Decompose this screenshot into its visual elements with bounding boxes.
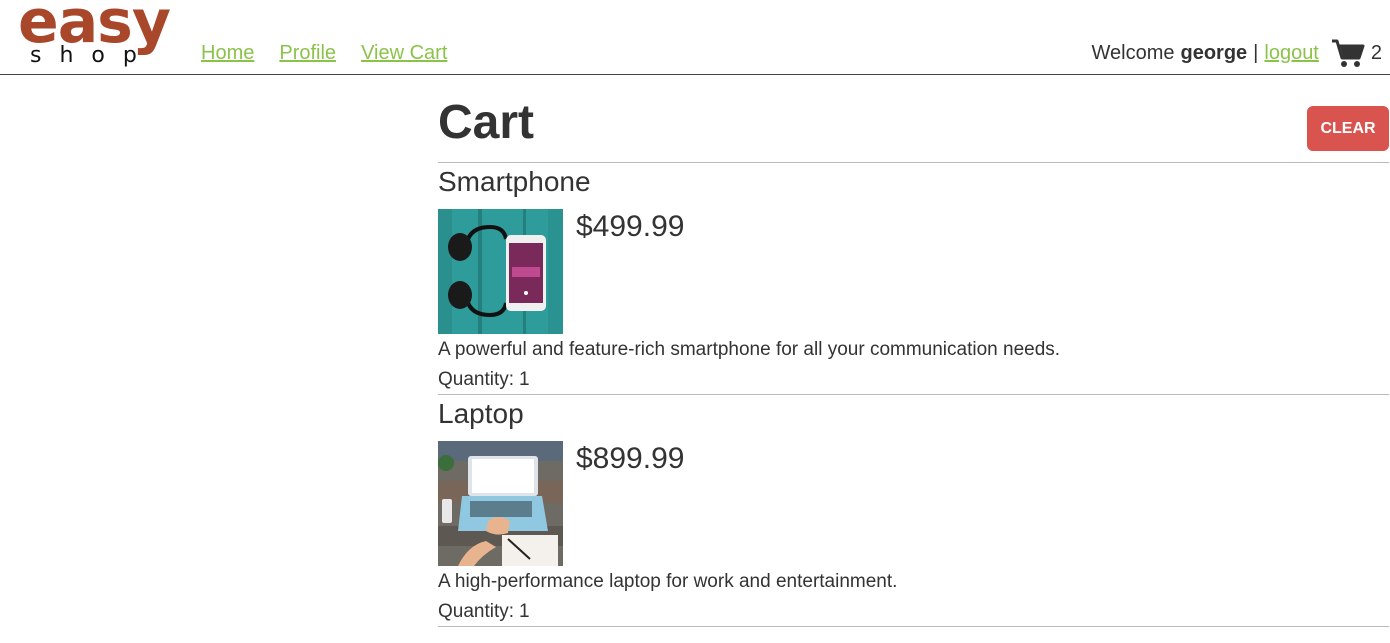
item-quantity: Quantity: 1 <box>438 601 530 623</box>
cart-item-smartphone: Smartphone $499.99 A powerful and featur… <box>438 163 1389 395</box>
shopping-cart-icon[interactable] <box>1331 38 1365 68</box>
username: george <box>1180 41 1248 64</box>
quantity-label: Quantity: <box>438 369 515 390</box>
nav-home-link[interactable]: Home <box>201 42 254 65</box>
quantity-value: 1 <box>519 369 530 390</box>
cart-main: Cart CLEAR Smartphone $499.99 A powerful… <box>438 75 1389 627</box>
product-image-laptop <box>438 441 563 566</box>
item-description: A high-performance laptop for work and e… <box>438 571 898 592</box>
quantity-label: Quantity: <box>438 601 515 622</box>
site-header: easy shop Home Profile View Cart Welcome… <box>0 0 1390 75</box>
logout-link[interactable]: logout <box>1264 42 1319 65</box>
quantity-value: 1 <box>519 601 530 622</box>
page-title: Cart <box>438 96 535 149</box>
clear-cart-button[interactable]: CLEAR <box>1307 106 1389 151</box>
item-price: $899.99 <box>576 442 685 475</box>
nav-view-cart-link[interactable]: View Cart <box>361 42 447 65</box>
user-area: Welcome george | logout 2 <box>1091 38 1382 68</box>
separator: | <box>1253 41 1259 64</box>
nav-profile-link[interactable]: Profile <box>279 42 336 65</box>
item-name: Smartphone <box>438 166 591 197</box>
cart-count[interactable]: 2 <box>1371 42 1382 65</box>
item-price: $499.99 <box>576 210 685 243</box>
product-image-smartphone <box>438 209 563 334</box>
cart-header: Cart CLEAR <box>438 75 1389 163</box>
welcome-text: Welcome <box>1091 41 1175 64</box>
logo-text-bottom: shop <box>30 43 155 68</box>
easyshop-logo[interactable]: easy shop <box>18 0 178 70</box>
item-quantity: Quantity: 1 <box>438 369 530 391</box>
cart-item-laptop: Laptop $899.99 A high-performance laptop… <box>438 395 1389 627</box>
item-description: A powerful and feature-rich smartphone f… <box>438 339 1061 360</box>
item-name: Laptop <box>438 398 524 429</box>
main-nav: Home Profile View Cart <box>201 42 447 65</box>
